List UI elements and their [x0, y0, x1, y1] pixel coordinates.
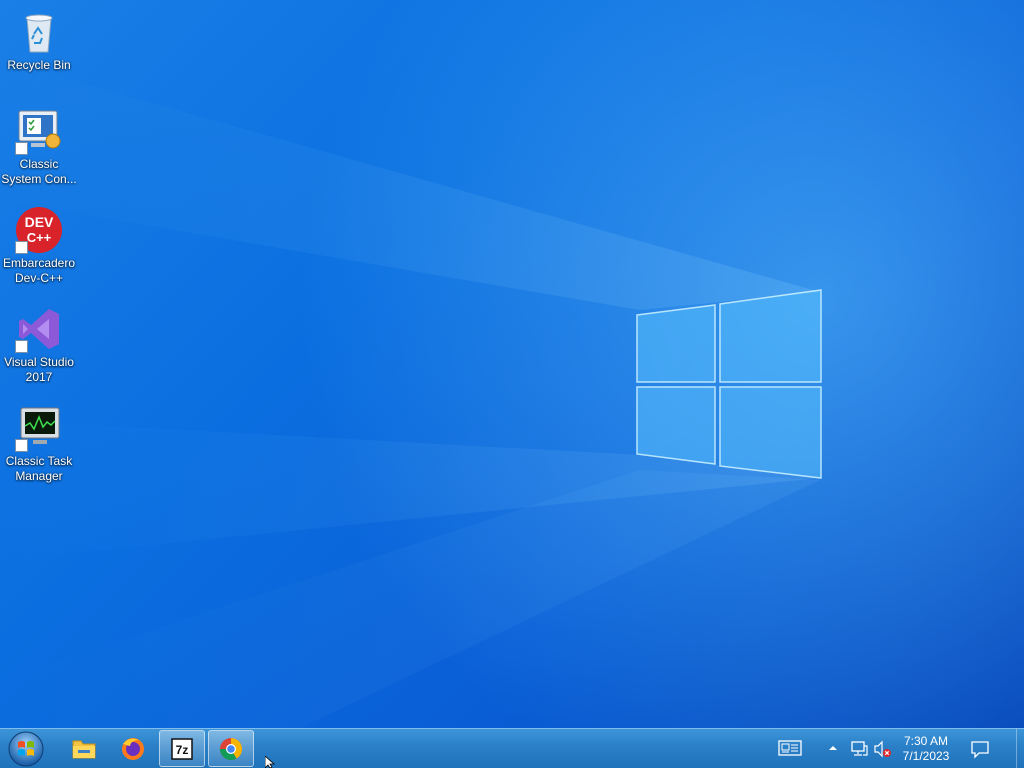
show-desktop-button[interactable]	[1016, 729, 1024, 768]
desktop-icon-devcpp[interactable]: DEV C++ Embarcadero Dev-C++	[0, 202, 78, 286]
clock-time: 7:30 AM	[903, 734, 949, 748]
taskbar-firefox[interactable]	[110, 730, 156, 767]
action-center-icon[interactable]	[970, 739, 990, 764]
desktop[interactable]: Recycle Bin Classic System Con... DEV C+…	[0, 0, 1024, 768]
chrome-icon	[220, 738, 242, 760]
desktop-icon-recycle-bin[interactable]: Recycle Bin	[0, 4, 78, 73]
taskbar-clock[interactable]: 7:30 AM 7/1/2023	[890, 734, 962, 764]
shortcut-arrow-icon	[15, 241, 28, 254]
news-icon[interactable]	[778, 738, 804, 763]
taskbar-7zip[interactable]: 7z	[159, 730, 205, 767]
svg-text:7z: 7z	[176, 743, 189, 757]
clock-date: 7/1/2023	[902, 749, 950, 763]
icon-label: Embarcadero Dev-C++	[2, 256, 76, 285]
icon-label: Visual Studio 2017	[4, 355, 74, 384]
control-panel-icon	[15, 107, 63, 155]
firefox-icon	[122, 738, 144, 760]
svg-text:DEV: DEV	[25, 214, 54, 230]
7zip-icon: 7z	[171, 738, 193, 760]
devcpp-icon: DEV C++	[15, 206, 63, 254]
taskbar-chrome[interactable]	[208, 730, 254, 767]
folder-icon	[72, 740, 96, 759]
mouse-cursor-icon	[265, 756, 276, 768]
taskbar: 7z 7:30 AM 7/1/2023	[0, 728, 1024, 768]
desktop-icon-classic-system-control[interactable]: Classic System Con...	[0, 103, 78, 187]
desktop-icon-visual-studio[interactable]: Visual Studio 2017	[0, 301, 78, 385]
wallpaper	[0, 0, 1024, 728]
icon-label: Classic System Con...	[1, 157, 77, 186]
icon-label: Recycle Bin	[7, 58, 71, 72]
start-button[interactable]	[4, 730, 48, 768]
shortcut-arrow-icon	[15, 340, 28, 353]
shortcut-arrow-icon	[15, 142, 28, 155]
network-icon[interactable]	[850, 740, 868, 763]
windows-start-orb-icon	[8, 731, 44, 767]
svg-text:C++: C++	[27, 230, 52, 245]
chevron-up-icon[interactable]	[827, 741, 839, 759]
desktop-icon-classic-task-manager[interactable]: Classic Task Manager	[0, 400, 78, 484]
recycle-bin-icon	[15, 8, 63, 56]
taskbar-file-explorer[interactable]	[61, 730, 107, 767]
visual-studio-icon	[15, 305, 63, 353]
task-manager-icon	[15, 404, 63, 452]
shortcut-arrow-icon	[15, 439, 28, 452]
icon-label: Classic Task Manager	[5, 454, 73, 483]
